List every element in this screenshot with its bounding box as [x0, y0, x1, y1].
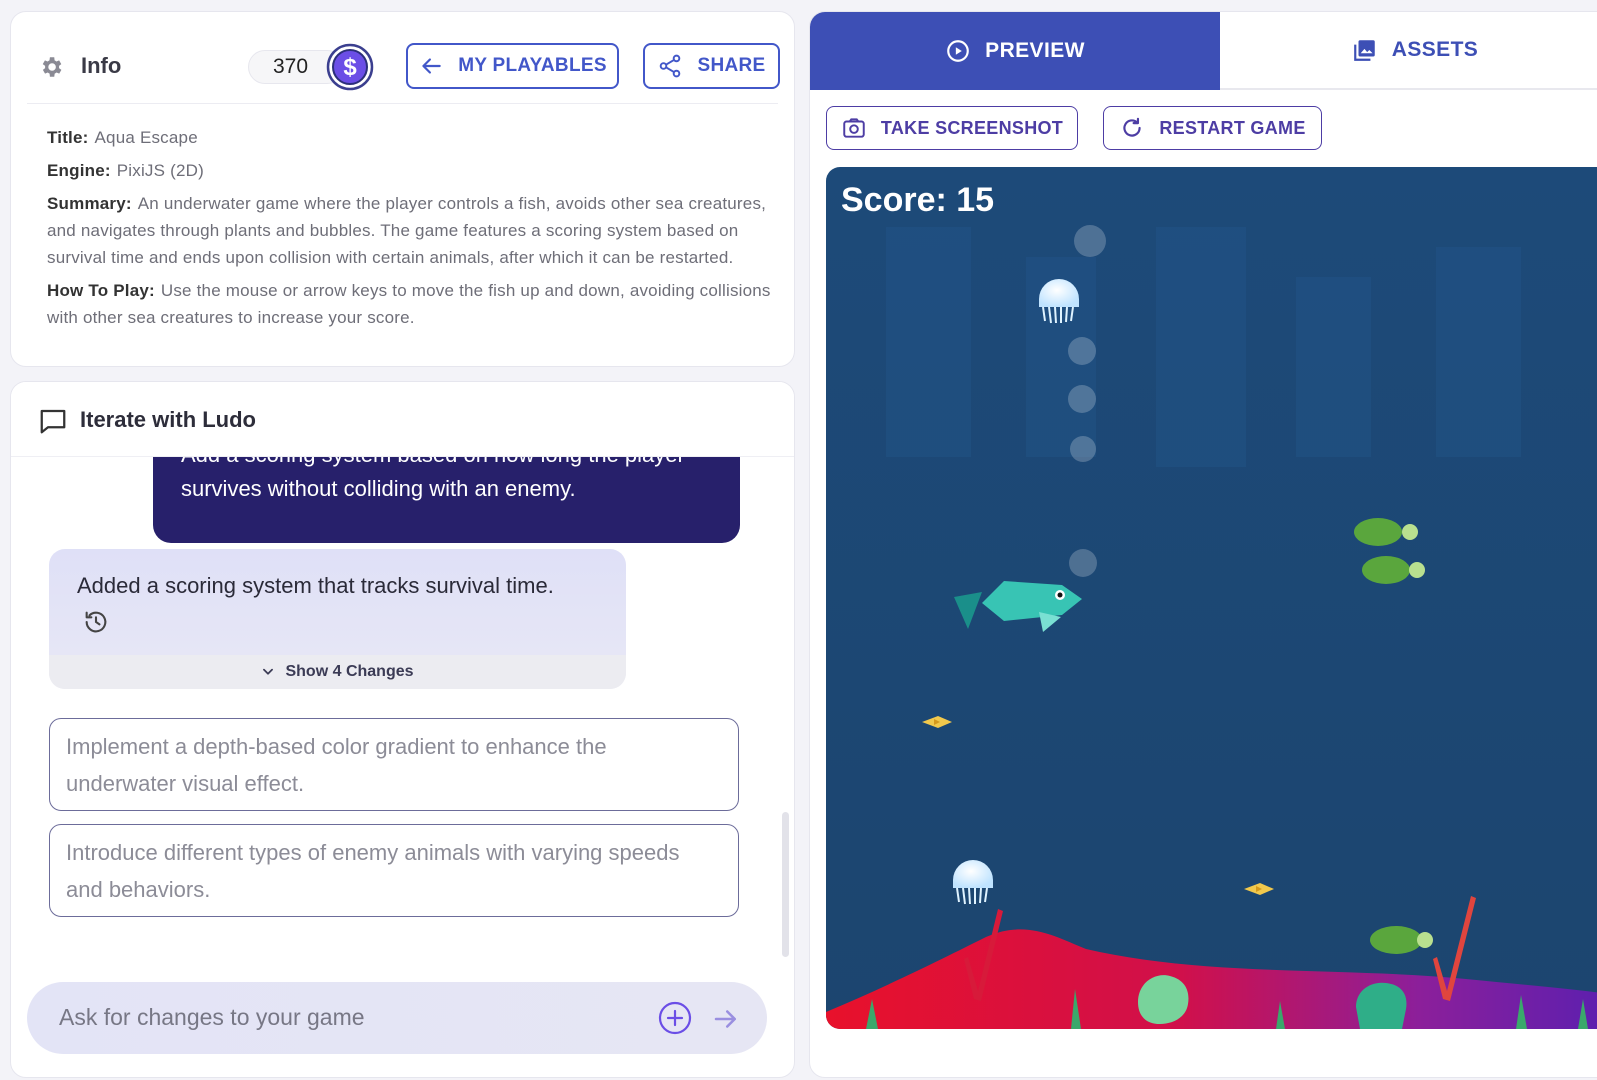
- tab-preview[interactable]: PREVIEW: [810, 12, 1220, 90]
- chat-panel: Iterate with Ludo Add a scoring system b…: [10, 381, 795, 1078]
- arrow-left-icon: [422, 58, 441, 74]
- summary-row: Summary: An underwater game where the pla…: [47, 190, 777, 271]
- restart-game-label: RESTART GAME: [1159, 117, 1306, 138]
- chat-input[interactable]: Ask for changes to your game: [27, 982, 767, 1054]
- info-header: Info 370 $ MY PLAYABLES SHARE: [11, 12, 794, 100]
- gear-icon[interactable]: [38, 54, 64, 80]
- summary-label: Summary:: [47, 194, 132, 213]
- share-button[interactable]: SHARE: [643, 43, 780, 89]
- my-playables-label: MY PLAYABLES: [458, 55, 607, 76]
- engine-value: PixiJS (2D): [116, 161, 204, 180]
- info-panel: Info 370 $ MY PLAYABLES SHARE Title: Aqua…: [10, 11, 795, 367]
- suggestion-chip[interactable]: Implement a depth-based color gradient t…: [49, 718, 739, 811]
- chat-input-placeholder: Ask for changes to your game: [59, 1004, 365, 1030]
- chat-title: Iterate with Ludo: [80, 407, 256, 432]
- chat-header: Iterate with Ludo: [11, 382, 794, 457]
- game-canvas[interactable]: Score: 15: [826, 167, 1597, 1029]
- refresh-icon: [1123, 117, 1142, 137]
- howto-value: Use the mouse or arrow keys to move the …: [47, 281, 771, 327]
- divider: [27, 103, 778, 104]
- suggestion-chip[interactable]: Introduce different types of enemy anima…: [49, 824, 739, 917]
- assistant-message-text: Added a scoring system that tracks survi…: [77, 573, 554, 598]
- howto-row: How To Play: Use the mouse or arrow keys …: [47, 277, 777, 331]
- take-screenshot-label: TAKE SCREENSHOT: [880, 117, 1064, 138]
- coin-icon: $: [326, 43, 374, 91]
- howto-label: How To Play:: [47, 281, 155, 300]
- engine-row: Engine: PixiJS (2D): [47, 157, 777, 184]
- info-title: Info: [81, 53, 122, 78]
- restart-game-button[interactable]: RESTART GAME: [1103, 106, 1322, 150]
- summary-value: An underwater game where the player cont…: [47, 194, 767, 267]
- preview-panel: PREVIEW ASSETS TAKE SCREENSHOT RESTART G…: [809, 11, 1597, 1078]
- tab-assets-label: ASSETS: [1391, 38, 1479, 61]
- tab-preview-label: PREVIEW: [985, 39, 1085, 62]
- show-changes-toggle[interactable]: Show 4 Changes: [49, 655, 626, 689]
- camera-icon: [843, 118, 865, 138]
- title-value: Aqua Escape: [94, 128, 198, 147]
- share-icon: [660, 54, 681, 78]
- svg-text:$: $: [343, 54, 357, 81]
- show-changes-label: Show 4 Changes: [285, 663, 414, 680]
- engine-label: Engine:: [47, 161, 111, 180]
- chevron-down-icon: [263, 668, 274, 675]
- game-metadata: Title: Aqua Escape Engine: PixiJS (2D) Sum…: [47, 124, 777, 337]
- image-gallery-icon: [1353, 40, 1375, 61]
- title-row: Title: Aqua Escape: [47, 124, 777, 151]
- add-attachment-icon[interactable]: [657, 1000, 693, 1036]
- my-playables-button[interactable]: MY PLAYABLES: [406, 43, 619, 89]
- history-icon[interactable]: [82, 608, 110, 636]
- send-arrow-icon[interactable]: [711, 1004, 741, 1034]
- chat-bubble-icon: [40, 409, 66, 434]
- tab-assets[interactable]: ASSETS: [1220, 12, 1597, 90]
- assistant-message: Added a scoring system that tracks survi…: [49, 549, 626, 689]
- coin-count: 370: [273, 55, 309, 78]
- share-label: SHARE: [697, 55, 766, 76]
- title-label: Title:: [47, 128, 89, 147]
- play-circle-icon: [947, 40, 970, 62]
- chat-scrollbar[interactable]: [782, 812, 789, 957]
- score-display: Score: 15: [841, 181, 995, 219]
- take-screenshot-button[interactable]: TAKE SCREENSHOT: [826, 106, 1078, 150]
- game-scene: [826, 167, 1597, 1029]
